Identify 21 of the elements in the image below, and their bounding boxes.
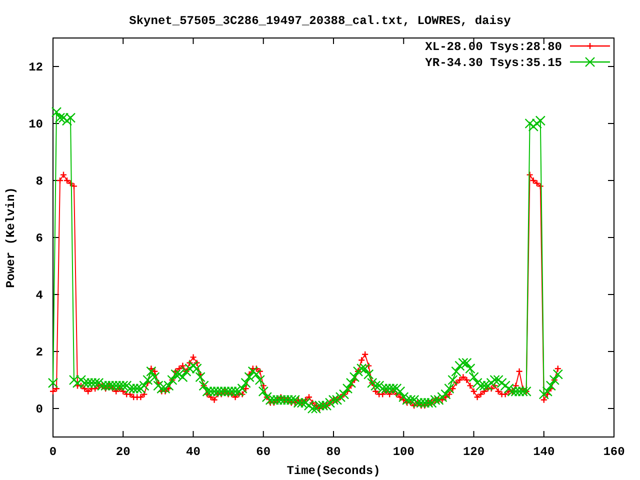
tick-label: 8	[36, 174, 43, 188]
tick-label: 2	[36, 346, 43, 360]
x-axis-label: Time(Seconds)	[286, 464, 380, 478]
y-axis-label: Power (Kelvin)	[4, 187, 18, 288]
tick-label: 10	[28, 118, 43, 132]
chart-title: Skynet_57505_3C286_19497_20388_cal.txt, LOWRES, daisy	[129, 14, 511, 28]
tick-label: 60	[256, 445, 271, 459]
tick-label: 120	[462, 445, 485, 459]
tick-label: 6	[36, 232, 43, 246]
tick-label: 100	[392, 445, 414, 459]
tick-label: 140	[533, 445, 555, 459]
tick-label: 0	[49, 445, 57, 459]
tick-label: 80	[326, 445, 341, 459]
tick-label: 4	[36, 288, 43, 302]
legend-label: XL-28.00 Tsys:28.80	[425, 40, 562, 54]
legend-label: YR-34.30 Tsys:35.15	[425, 56, 562, 70]
tick-label: 0	[36, 402, 43, 416]
tick-label: 20	[116, 445, 130, 459]
tick-label: 12	[28, 60, 43, 74]
tick-label: 160	[603, 445, 625, 459]
tick-label: 40	[186, 445, 200, 459]
